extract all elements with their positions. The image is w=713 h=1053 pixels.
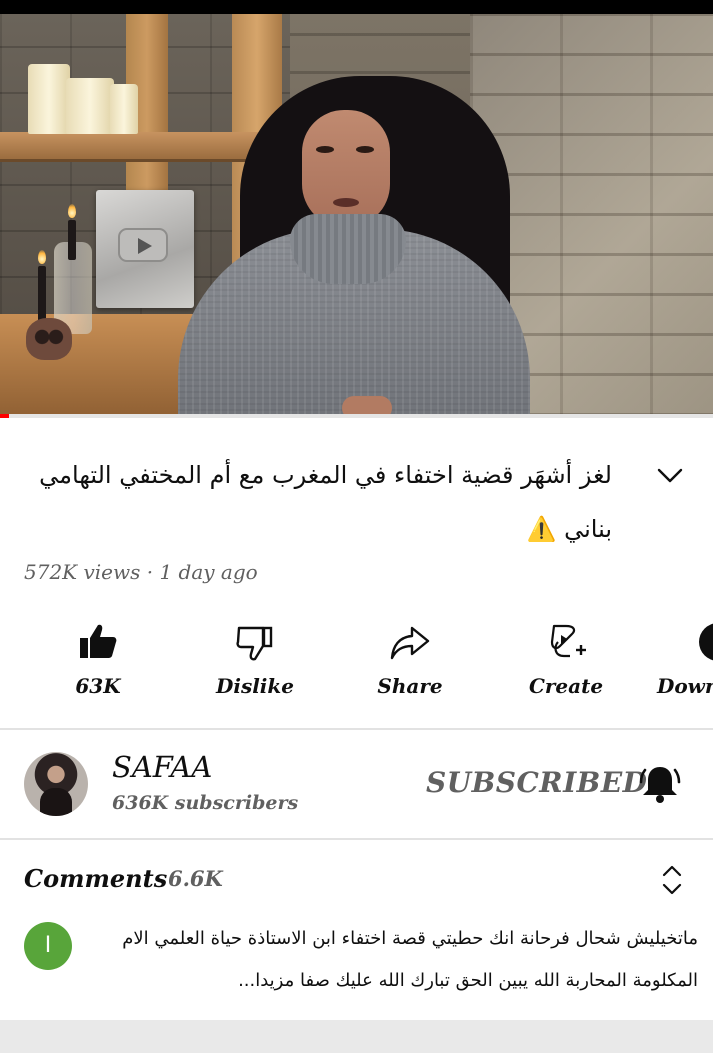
share-label: Share: [377, 674, 443, 698]
video-frame-person-eye: [316, 146, 334, 153]
dislike-label: Dislike: [216, 674, 294, 698]
video-progress-bar[interactable]: [0, 414, 713, 418]
subscriber-count: 636K subscribers: [112, 792, 299, 814]
create-button[interactable]: Create: [501, 612, 631, 712]
like-count: 63K: [75, 674, 121, 698]
play-button-award-icon: [118, 228, 168, 262]
subscribed-button[interactable]: SUBSCRIBED: [426, 766, 647, 799]
comments-count: 6.6K: [168, 866, 223, 891]
video-frame-person-lips: [333, 198, 359, 207]
bottom-sheet-edge: [0, 1020, 713, 1053]
create-label: Create: [528, 674, 604, 698]
video-progress-fill: [0, 414, 9, 418]
divider: [0, 728, 713, 730]
channel-avatar[interactable]: [24, 752, 88, 816]
thumb-down-icon: [236, 626, 273, 661]
channel-name[interactable]: SAFAA: [112, 750, 212, 784]
expand-collapse-icon[interactable]: [658, 862, 686, 898]
video-frame-play-button-plaque: [96, 190, 194, 308]
commenter-avatar[interactable]: I: [24, 922, 72, 970]
share-button[interactable]: Share: [345, 612, 475, 712]
video-frame-candle: [28, 64, 70, 134]
video-title[interactable]: لغز أشهَر قضية اختفاء في المغرب مع أم ال…: [22, 448, 612, 556]
create-icon: [550, 624, 586, 658]
download-button[interactable]: Down: [648, 612, 713, 712]
video-meta: 572K views · 1 day ago: [24, 560, 258, 584]
status-bar: [0, 0, 713, 14]
like-button[interactable]: 63K: [33, 612, 163, 712]
action-bar: 63K Dislike Share Create Down: [0, 612, 713, 712]
video-frame-person-eye: [356, 146, 374, 153]
thumb-up-filled-icon: [80, 624, 117, 658]
dislike-button[interactable]: Dislike: [190, 612, 320, 712]
video-frame-person-face: [302, 110, 390, 228]
comment-text[interactable]: ماتخيليش شحال فرحانة انك حطيتي قصة اختفا…: [86, 918, 698, 1002]
bell-icon[interactable]: [636, 760, 684, 808]
video-frame-black-candle: [68, 220, 76, 260]
avatar-silhouette: [40, 788, 72, 816]
video-frame-person-hand: [342, 396, 392, 416]
share-icon: [390, 626, 430, 660]
video-frame-person-collar: [290, 214, 406, 284]
comments-heading[interactable]: Comments: [24, 864, 167, 893]
download-icon: [699, 623, 713, 661]
divider: [0, 838, 713, 840]
video-frame-flame: [38, 250, 46, 264]
video-frame-skull: [26, 318, 72, 360]
video-player[interactable]: [0, 14, 713, 416]
video-frame-flame: [68, 204, 76, 218]
video-frame-candle: [66, 78, 114, 134]
download-label: Down: [657, 674, 713, 698]
video-frame-candle: [110, 84, 138, 134]
video-frame-shelf: [0, 132, 268, 162]
chevron-down-icon[interactable]: [655, 460, 685, 490]
